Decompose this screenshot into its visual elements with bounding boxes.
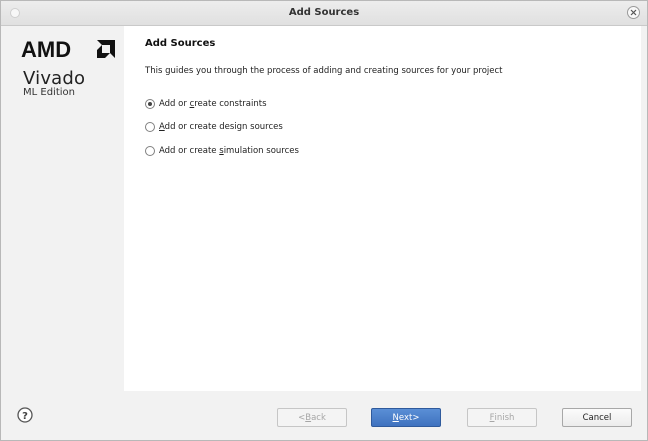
brand-company: AMD (21, 38, 71, 60)
svg-text:?: ? (22, 411, 28, 422)
dialog-footer: ? < Back Next > Finish Cancel (1, 391, 647, 440)
back-button[interactable]: < Back (277, 408, 347, 427)
window-title: Add Sources (288, 7, 360, 18)
brand-product: Vivado (23, 68, 86, 89)
brand-edition: ML Edition (23, 87, 75, 98)
branding-panel: AMD Vivado ML Edition (1, 26, 124, 391)
option-add-simulation-sources[interactable]: Add or create simulation sources (145, 144, 299, 158)
option-add-design-sources[interactable]: Add or create design sources (145, 120, 283, 134)
next-button[interactable]: Next > (371, 408, 441, 427)
right-gutter (641, 26, 647, 391)
finish-button[interactable]: Finish (467, 408, 537, 427)
add-sources-dialog: Add Sources AMD Vivado ML Edition Add So… (0, 0, 648, 441)
amd-logo-icon: AMD (21, 38, 115, 60)
radio-button[interactable] (145, 99, 155, 109)
page-heading: Add Sources (145, 38, 216, 49)
option-label: Add or create constraints (159, 99, 267, 109)
radio-button[interactable] (145, 122, 155, 132)
title-bar[interactable]: Add Sources (1, 1, 647, 26)
option-add-constraints[interactable]: Add or create constraints (145, 97, 267, 111)
option-label: Add or create design sources (159, 122, 283, 132)
help-icon[interactable]: ? (17, 407, 33, 423)
radio-button[interactable] (145, 146, 155, 156)
option-label: Add or create simulation sources (159, 146, 299, 156)
page-description: This guides you through the process of a… (145, 66, 503, 76)
main-content: Add Sources This guides you through the … (124, 26, 641, 391)
cancel-button[interactable]: Cancel (562, 408, 632, 427)
close-icon (630, 9, 637, 16)
close-button[interactable] (627, 6, 640, 19)
